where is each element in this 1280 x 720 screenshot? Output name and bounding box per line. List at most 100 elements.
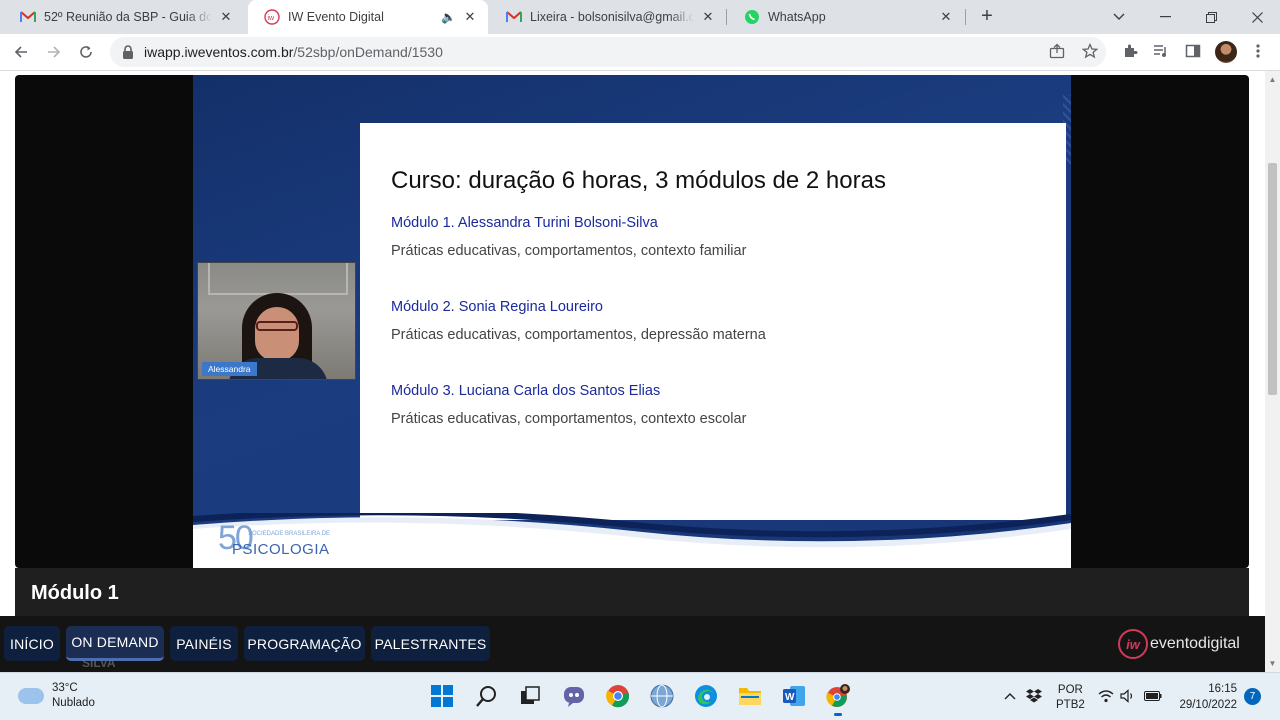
menu-kebab-icon[interactable] — [1246, 39, 1270, 63]
teams-chat-icon[interactable] — [560, 682, 588, 710]
webcam-thumbnail: Alessandra — [197, 262, 356, 380]
iw-icon: iw — [264, 9, 280, 25]
gmail-icon — [20, 9, 36, 25]
close-icon[interactable]: ✕ — [700, 9, 716, 25]
address-bar[interactable]: iwapp.iweventos.com.br/52sbp/onDemand/15… — [110, 37, 1106, 67]
tab-title: 52º Reunião da SBP - Guia do Pa — [44, 10, 212, 24]
module-header: Módulo 1 — [15, 568, 1249, 616]
tab-separator — [726, 9, 727, 25]
tab-separator — [965, 9, 966, 25]
scroll-up-icon[interactable]: ▲ — [1268, 75, 1277, 84]
keyboard-layout: PTB2 — [1056, 699, 1085, 711]
slide-title: Curso: duração 6 horas, 3 módulos de 2 h… — [391, 167, 886, 194]
svg-text:iw: iw — [268, 15, 276, 22]
task-view-icon[interactable] — [516, 682, 544, 710]
input-language[interactable]: POR PTB2 — [1056, 683, 1085, 713]
minimize-button[interactable] — [1142, 0, 1188, 34]
tab-title: IW Evento Digital — [288, 10, 384, 24]
media-control-icon[interactable] — [1149, 39, 1173, 63]
wifi-icon[interactable] — [1097, 687, 1115, 705]
video-player[interactable]: Curso: duração 6 horas, 3 módulos de 2 h… — [15, 75, 1249, 568]
close-icon[interactable]: ✕ — [938, 9, 954, 25]
back-button[interactable] — [8, 39, 34, 65]
temperature: 33°C — [52, 682, 78, 694]
tab-sbp-guide[interactable]: 52º Reunião da SBP - Guia do Pa ✕ — [4, 0, 244, 34]
module-3-name: Módulo 3. Luciana Carla dos Santos Elias — [391, 383, 661, 399]
clock[interactable]: 16:15 29/10/2022 — [1177, 681, 1237, 713]
nav-paineis[interactable]: PAINÉIS — [170, 626, 238, 661]
share-icon[interactable] — [1045, 39, 1069, 63]
dropbox-icon[interactable] — [1025, 687, 1043, 705]
bookmark-star-icon[interactable] — [1078, 39, 1102, 63]
cloud-icon — [18, 688, 44, 704]
weather-text: 33°C Nublado — [52, 681, 95, 711]
chrome-icon[interactable] — [604, 682, 632, 710]
close-icon[interactable]: ✕ — [462, 9, 478, 25]
brand-text: eventodigital — [1150, 635, 1240, 652]
search-icon[interactable] — [473, 682, 501, 710]
volume-icon[interactable] — [1119, 687, 1137, 705]
language-code: POR — [1057, 684, 1083, 696]
file-explorer-icon[interactable] — [736, 682, 764, 710]
tab-title: Lixeira - bolsonisilva@gmail.com — [530, 10, 694, 24]
edge-icon[interactable] — [692, 682, 720, 710]
logo-subtitle: SOCIEDADE BRASILEIRA DE — [248, 531, 331, 537]
tab-strip: 52º Reunião da SBP - Guia do Pa ✕ iw IW … — [0, 0, 1280, 34]
lock-icon[interactable] — [122, 45, 134, 59]
url-path: /52sbp/onDemand/1530 — [293, 44, 443, 60]
globe-app-icon[interactable] — [648, 682, 676, 710]
module-3-desc: Práticas educativas, comportamentos, con… — [391, 411, 747, 427]
module-title: Módulo 1 — [31, 582, 119, 604]
speaker-icon[interactable]: 🔈 — [441, 10, 456, 24]
browser-toolbar: iwapp.iweventos.com.br/52sbp/onDemand/15… — [0, 34, 1280, 71]
module-1-name: Módulo 1. Alessandra Turini Bolsoni-Silv… — [391, 215, 658, 231]
iw-evento-digital-logo[interactable]: iw eventodigital — [1118, 628, 1240, 660]
clock-time: 16:15 — [1208, 683, 1237, 695]
scroll-down-icon[interactable]: ▼ — [1268, 659, 1277, 668]
url-text: iwapp.iweventos.com.br/52sbp/onDemand/15… — [144, 44, 443, 60]
module-2-desc: Práticas educativas, comportamentos, dep… — [391, 327, 766, 343]
scrollbar-thumb[interactable] — [1268, 163, 1277, 395]
chrome-profile-icon[interactable] — [824, 682, 852, 716]
side-panel-icon[interactable] — [1181, 39, 1205, 63]
site-nav-bar: SILVA INÍCIO ON DEMAND PAINÉIS PROGRAMAÇ… — [0, 616, 1265, 672]
forward-button[interactable] — [41, 39, 67, 65]
weather-widget[interactable]: 33°C Nublado — [18, 681, 95, 711]
webcam-glasses — [256, 321, 298, 331]
tab-search-chevron-icon[interactable] — [1096, 0, 1142, 34]
new-tab-button[interactable]: + — [976, 5, 998, 27]
notification-badge[interactable]: 7 — [1244, 688, 1261, 705]
windows-taskbar: 33°C Nublado W POR PTB2 16:15 29/10/2022… — [0, 672, 1280, 720]
nav-palestrantes[interactable]: PALESTRANTES — [371, 626, 490, 661]
reload-button[interactable] — [73, 39, 99, 65]
tab-title: WhatsApp — [768, 10, 826, 24]
restore-button[interactable] — [1188, 0, 1234, 34]
profile-avatar[interactable] — [1215, 41, 1237, 63]
nav-on-demand[interactable]: ON DEMAND — [66, 626, 164, 661]
slide-card: Curso: duração 6 horas, 3 módulos de 2 h… — [360, 123, 1066, 520]
whatsapp-icon — [744, 9, 760, 25]
webcam-background-frame — [208, 263, 348, 295]
word-icon[interactable]: W — [780, 682, 808, 710]
close-window-button[interactable] — [1234, 0, 1280, 34]
logo-name: PSICOLOGIA — [232, 541, 330, 558]
nav-inicio[interactable]: INÍCIO — [4, 626, 60, 661]
nav-programacao[interactable]: PROGRAMAÇÃO — [244, 626, 365, 661]
sbp-50-logo: 50 SOCIEDADE BRASILEIRA DE PSICOLOGIA — [218, 521, 348, 563]
url-host: iwapp.iweventos.com.br — [144, 44, 294, 60]
webcam-name-label: Alessandra — [202, 362, 257, 376]
start-windows-icon[interactable] — [428, 682, 456, 710]
tab-lixeira[interactable]: Lixeira - bolsonisilva@gmail.com ✕ — [490, 0, 726, 34]
close-icon[interactable]: ✕ — [218, 9, 234, 25]
page-content: Curso: duração 6 horas, 3 módulos de 2 h… — [0, 71, 1280, 672]
battery-icon[interactable] — [1144, 687, 1162, 705]
page-scrollbar[interactable]: ▲ ▼ — [1265, 71, 1280, 672]
gmail-icon — [506, 9, 522, 25]
module-2-name: Módulo 2. Sonia Regina Loureiro — [391, 299, 603, 315]
tab-iw-evento[interactable]: iw IW Evento Digital 🔈 ✕ — [248, 0, 488, 34]
extensions-icon[interactable] — [1118, 39, 1142, 63]
show-hidden-icons-chevron[interactable] — [1001, 687, 1019, 705]
module-1-desc: Práticas educativas, comportamentos, con… — [391, 243, 747, 259]
clock-date: 29/10/2022 — [1179, 699, 1237, 711]
tab-whatsapp[interactable]: WhatsApp ✕ — [728, 0, 964, 34]
